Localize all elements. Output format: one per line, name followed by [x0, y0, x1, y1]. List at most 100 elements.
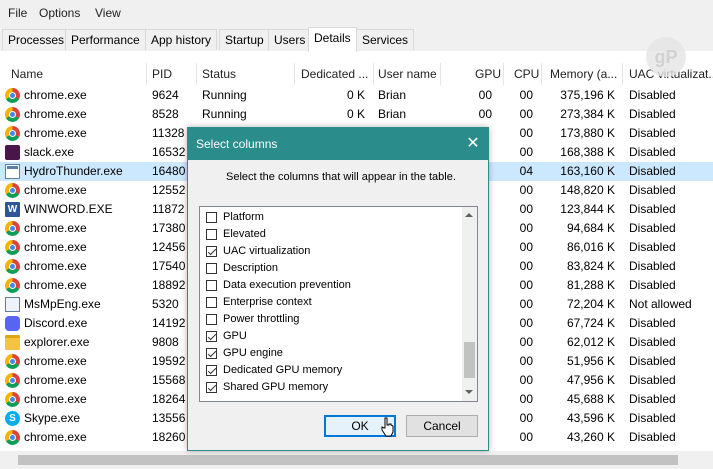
column-option[interactable]: Platform: [206, 210, 466, 227]
column-option[interactable]: Data execution prevention: [206, 278, 466, 295]
column-option[interactable]: Shared GPU memory: [206, 380, 466, 397]
cell-pid: 15568: [152, 373, 186, 387]
column-header-name[interactable]: Name: [11, 67, 43, 81]
tab-performance[interactable]: Performance: [65, 29, 146, 50]
cell-uac: Disabled: [629, 430, 676, 444]
checkbox[interactable]: [206, 382, 217, 393]
cell-pid: 5320: [152, 297, 179, 311]
cell-uac: Disabled: [629, 240, 676, 254]
cell-pid: 16480: [152, 164, 186, 178]
column-divider[interactable]: [541, 63, 542, 85]
cell-uac: Disabled: [629, 259, 676, 273]
column-option[interactable]: GPU: [206, 329, 466, 346]
column-divider[interactable]: [196, 63, 197, 85]
menu-file[interactable]: File: [8, 6, 27, 20]
cell-cpu: 00: [519, 183, 533, 197]
cell-name: Skype.exe: [24, 411, 81, 425]
cell-uac: Disabled: [629, 107, 676, 121]
column-option[interactable]: Dedicated GPU memory: [206, 363, 466, 380]
cell-memory: 163,160 K: [560, 164, 615, 178]
column-header-gpu[interactable]: GPU: [475, 67, 501, 81]
column-option[interactable]: UAC virtualization: [206, 244, 466, 261]
column-divider[interactable]: [373, 63, 374, 85]
column-divider[interactable]: [294, 63, 295, 85]
column-divider[interactable]: [622, 63, 623, 85]
cell-name: chrome.exe: [24, 126, 87, 140]
checkbox[interactable]: [206, 314, 217, 325]
checkbox[interactable]: [206, 263, 217, 274]
column-option[interactable]: GPU engine: [206, 346, 466, 363]
cell-uac: Disabled: [629, 221, 676, 235]
table-row[interactable]: chrome.exe 8528 Running 0 K Brian 00 00 273,384…: [0, 105, 713, 124]
checkbox[interactable]: [206, 348, 217, 359]
column-divider[interactable]: [503, 63, 504, 85]
cell-memory: 43,596 K: [566, 411, 615, 425]
chrome-icon: [5, 278, 20, 293]
column-header-cpu[interactable]: CPU: [514, 67, 539, 81]
chrome-icon: [5, 107, 20, 122]
cell-uac: Not allowed: [629, 297, 692, 311]
checkbox[interactable]: [206, 229, 217, 240]
column-option-label: Enterprise context: [223, 296, 312, 308]
tab-strip: Processes Performance App history Startu…: [0, 27, 713, 52]
cell-cpu: 00: [519, 335, 533, 349]
cell-name: chrome.exe: [24, 240, 87, 254]
scroll-down-icon[interactable]: [465, 390, 473, 394]
cell-gpu: 00: [478, 88, 492, 102]
tab-services[interactable]: Services: [356, 29, 415, 50]
vertical-scrollbar[interactable]: [462, 207, 477, 401]
close-icon[interactable]: ✕: [462, 133, 484, 155]
column-divider[interactable]: [440, 63, 441, 85]
tab-startup[interactable]: Startup: [219, 29, 270, 50]
column-option[interactable]: Description: [206, 261, 466, 278]
column-header-user-name[interactable]: User name: [378, 67, 437, 81]
cell-cpu: 04: [519, 164, 533, 178]
scrollbar-thumb[interactable]: [18, 455, 678, 465]
chrome-icon: [5, 259, 20, 274]
scroll-up-icon[interactable]: [465, 213, 473, 217]
column-divider[interactable]: [146, 63, 147, 85]
chrome-icon: [5, 240, 20, 255]
cell-status: Running: [202, 107, 247, 121]
column-option[interactable]: Elevated: [206, 227, 466, 244]
column-header-pid[interactable]: PID: [152, 67, 172, 81]
column-option-label: GPU: [223, 330, 247, 342]
checkbox[interactable]: [206, 297, 217, 308]
cell-gpu: 00: [478, 107, 492, 121]
chrome-icon: [5, 126, 20, 141]
tab-processes[interactable]: Processes: [2, 29, 71, 50]
cell-memory: 43,260 K: [566, 430, 615, 444]
horizontal-scrollbar[interactable]: [0, 451, 713, 469]
column-option-label: Power throttling: [223, 313, 300, 325]
cell-memory: 94,684 K: [566, 221, 615, 235]
checkbox[interactable]: [206, 331, 217, 342]
menu-options[interactable]: Options: [39, 6, 80, 20]
tab-users[interactable]: Users: [268, 29, 312, 50]
cell-uac: Disabled: [629, 145, 676, 159]
cancel-button[interactable]: Cancel: [406, 415, 478, 437]
checkbox[interactable]: [206, 365, 217, 376]
column-header-dedicated[interactable]: Dedicated ...: [301, 67, 371, 81]
cell-cpu: 00: [519, 240, 533, 254]
scrollbar-thumb[interactable]: [464, 342, 475, 378]
cell-cpu: 00: [519, 259, 533, 273]
checkbox[interactable]: [206, 212, 217, 223]
table-row[interactable]: chrome.exe 9624 Running 0 K Brian 00 00 375,196…: [0, 86, 713, 105]
dialog-title-bar[interactable]: Select columns ✕: [188, 128, 488, 160]
cell-pid: 18264: [152, 392, 186, 406]
cell-memory: 47,956 K: [566, 373, 615, 387]
tab-details[interactable]: Details: [308, 27, 357, 52]
checkbox[interactable]: [206, 246, 217, 257]
cell-pid: 18892: [152, 278, 186, 292]
column-option[interactable]: Power throttling: [206, 312, 466, 329]
tab-app-history[interactable]: App history: [145, 29, 218, 50]
menu-view[interactable]: View: [95, 6, 121, 20]
cell-uac: Disabled: [629, 392, 676, 406]
column-header-status[interactable]: Status: [202, 67, 236, 81]
cell-name: chrome.exe: [24, 392, 87, 406]
checkbox[interactable]: [206, 280, 217, 291]
cell-name: chrome.exe: [24, 354, 87, 368]
column-header-memory[interactable]: Memory (a...: [550, 67, 618, 81]
column-option[interactable]: Enterprise context: [206, 295, 466, 312]
cell-dedicated-memory: 0 K: [346, 107, 365, 121]
